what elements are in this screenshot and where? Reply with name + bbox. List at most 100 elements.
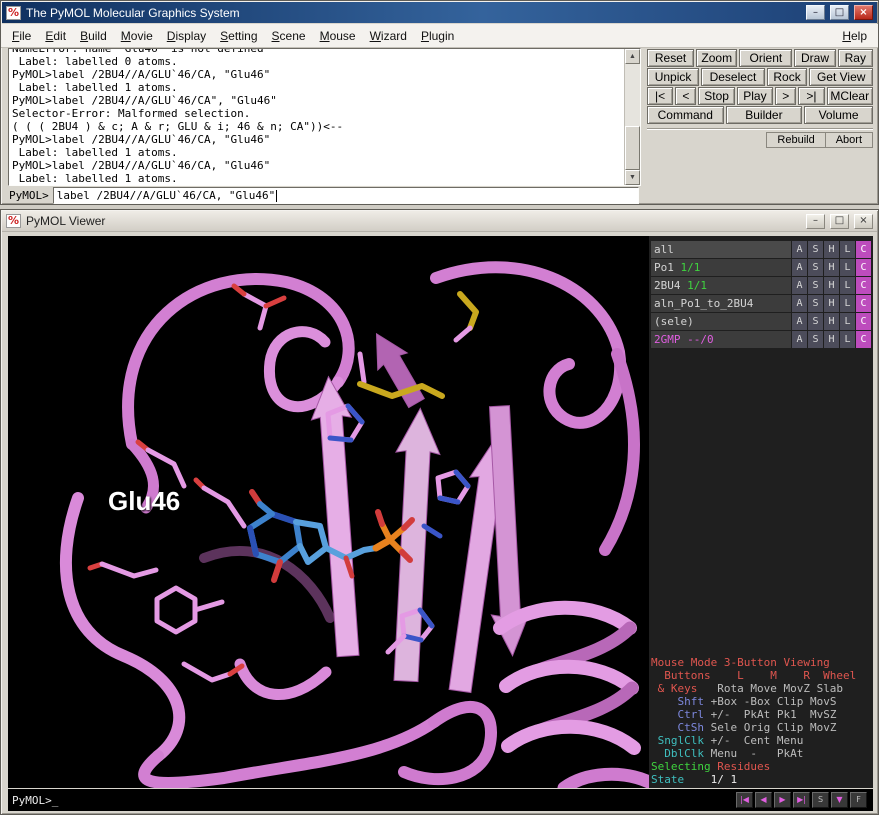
object-name[interactable]: (sele) [651,313,791,330]
command-input[interactable]: label /2BU4//A/GLU`46/CA, "Glu46" [53,187,639,204]
button-reset[interactable]: Reset [647,49,694,67]
menu-scene[interactable]: Scene [265,26,313,46]
object-l-menu-button[interactable]: L [840,295,855,312]
button-builder[interactable]: Builder [726,106,803,124]
minimize-icon: – [813,216,818,226]
button-rebuild[interactable]: Rebuild [766,132,825,148]
menu-display[interactable]: Display [160,26,213,46]
scrollbar-thumb[interactable] [625,126,640,170]
scene-button[interactable]: S [812,792,829,808]
button-play[interactable]: Play [737,87,773,105]
button-btn[interactable]: > [775,87,796,105]
button-mclear[interactable]: MClear [827,87,873,105]
button-get-view[interactable]: Get View [809,68,873,86]
object-a-menu-button[interactable]: A [792,277,807,294]
button-btn[interactable]: |< [647,87,673,105]
object-a-menu-button[interactable]: A [792,331,807,348]
viewer-maximize-button[interactable]: □ [830,214,849,229]
scrollbar-track[interactable] [625,64,640,170]
object-row-all: allASHLC [651,241,871,258]
object-s-menu-button[interactable]: S [808,295,823,312]
object-l-menu-button[interactable]: L [840,241,855,258]
button-rock[interactable]: Rock [767,68,808,86]
object-h-menu-button[interactable]: H [824,259,839,276]
button-abort[interactable]: Abort [826,132,873,148]
object-s-menu-button[interactable]: S [808,331,823,348]
object-l-menu-button[interactable]: L [840,277,855,294]
frame-first-button[interactable]: |◀ [736,792,753,808]
button-ray[interactable]: Ray [838,49,873,67]
object-s-menu-button[interactable]: S [808,313,823,330]
object-s-menu-button[interactable]: S [808,277,823,294]
playback-controls: |◀◀▶▶|S▼F [736,792,873,808]
button-btn[interactable]: < [675,87,696,105]
mouse-panel-line: DblClk Menu - PkAt [651,747,871,760]
button-command[interactable]: Command [647,106,724,124]
molecule-render[interactable] [8,236,649,788]
maximize-button[interactable]: □ [830,5,849,20]
scroll-down-icon[interactable]: ▼ [625,170,640,185]
object-c-menu-button[interactable]: C [856,295,871,312]
object-c-menu-button[interactable]: C [856,331,871,348]
button-volume[interactable]: Volume [804,106,873,124]
menu-down-button[interactable]: ▼ [831,792,848,808]
object-s-menu-button[interactable]: S [808,241,823,258]
menu-file[interactable]: File [5,26,38,46]
console-line: Label: labelled 0 atoms. [12,55,624,68]
object-name[interactable]: 2GMP --/0 [651,331,791,348]
object-l-menu-button[interactable]: L [840,313,855,330]
button-btn[interactable]: >| [798,87,824,105]
object-name[interactable]: aln_Po1_to_2BU4 [651,295,791,312]
object-a-menu-button[interactable]: A [792,295,807,312]
menu-setting[interactable]: Setting [213,26,264,46]
menu-edit[interactable]: Edit [38,26,73,46]
object-h-menu-button[interactable]: H [824,241,839,258]
menu-wizard[interactable]: Wizard [363,26,414,46]
object-h-menu-button[interactable]: H [824,277,839,294]
object-l-menu-button[interactable]: L [840,259,855,276]
console-line: PyMOL>label /2BU4//A/GLU`46/CA", "Glu46" [12,94,624,107]
fullscreen-button[interactable]: F [850,792,867,808]
menu-build[interactable]: Build [73,26,114,46]
button-stop[interactable]: Stop [698,87,734,105]
object-s-menu-button[interactable]: S [808,259,823,276]
object-c-menu-button[interactable]: C [856,241,871,258]
object-a-menu-button[interactable]: A [792,259,807,276]
menu-movie[interactable]: Movie [114,26,160,46]
object-c-menu-button[interactable]: C [856,313,871,330]
main-titlebar[interactable]: % The PyMOL Molecular Graphics System – … [2,2,877,23]
object-c-menu-button[interactable]: C [856,277,871,294]
button-deselect[interactable]: Deselect [701,68,765,86]
object-c-menu-button[interactable]: C [856,259,871,276]
close-button[interactable]: × [854,5,873,20]
button-orient[interactable]: Orient [739,49,792,67]
object-name[interactable]: all [651,241,791,258]
viewer-prompt[interactable]: PyMOL>_ [8,794,736,807]
scroll-up-icon[interactable]: ▲ [625,49,640,64]
object-h-menu-button[interactable]: H [824,295,839,312]
object-a-menu-button[interactable]: A [792,313,807,330]
viewer-close-button[interactable]: × [854,214,873,229]
object-h-menu-button[interactable]: H [824,313,839,330]
menu-plugin[interactable]: Plugin [414,26,461,46]
object-l-menu-button[interactable]: L [840,331,855,348]
frame-prev-button[interactable]: ◀ [755,792,772,808]
object-name[interactable]: 2BU4 1/1 [651,277,791,294]
object-row-po1: Po1 1/1ASHLC [651,259,871,276]
viewer-minimize-button[interactable]: – [806,214,825,229]
menu-mouse[interactable]: Mouse [313,26,363,46]
button-zoom[interactable]: Zoom [696,49,737,67]
console-scrollbar[interactable]: ▲ ▼ [624,49,640,185]
frame-last-button[interactable]: ▶| [793,792,810,808]
object-h-menu-button[interactable]: H [824,331,839,348]
object-name[interactable]: Po1 1/1 [651,259,791,276]
viewer-titlebar[interactable]: % PyMOL Viewer – □ × [2,211,877,232]
menu-help[interactable]: Help [835,26,874,46]
object-a-menu-button[interactable]: A [792,241,807,258]
console-output: NameError: name 'Glu46' is not defined L… [9,49,624,185]
button-draw[interactable]: Draw [794,49,835,67]
frame-play-button[interactable]: ▶ [774,792,791,808]
molecule-viewport[interactable]: Glu46 [8,236,649,788]
button-unpick[interactable]: Unpick [647,68,699,86]
minimize-button[interactable]: – [806,5,825,20]
